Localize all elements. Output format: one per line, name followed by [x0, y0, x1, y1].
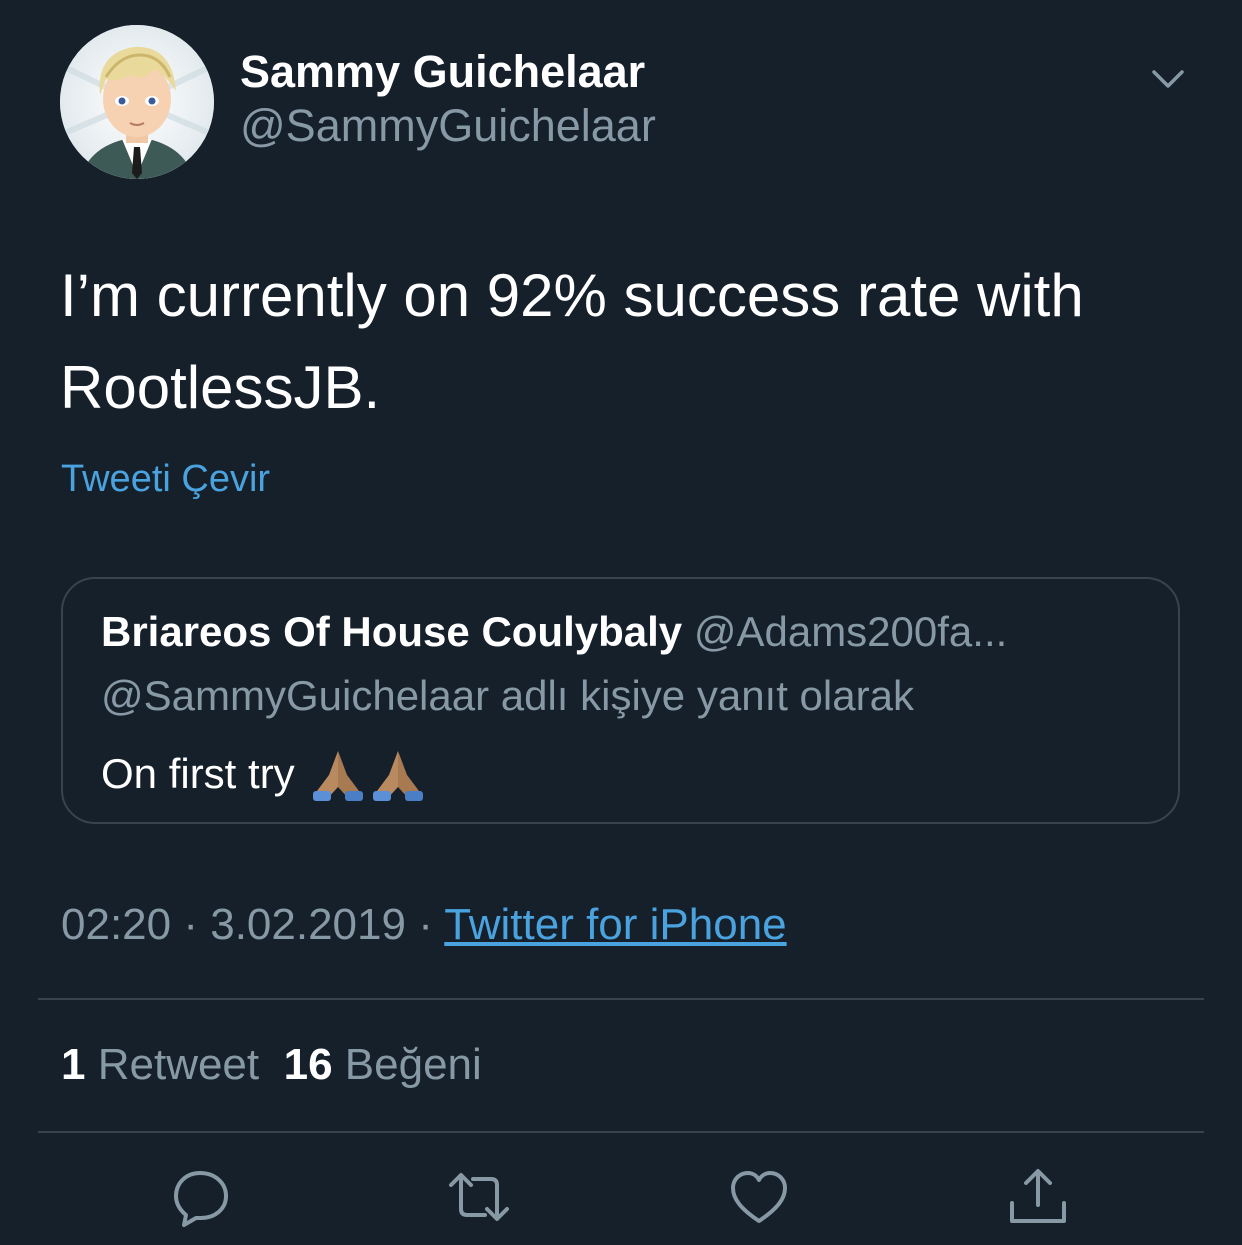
- quoted-tweet-header: Briareos Of House Coulybaly @Adams200fa.…: [101, 608, 1007, 656]
- author-display-name[interactable]: Sammy Guichelaar: [240, 46, 645, 98]
- tweet-date: 3.02.2019: [210, 900, 406, 949]
- retweets-stat[interactable]: 1 Retweet: [61, 1040, 259, 1089]
- meta-separator: ·: [405, 900, 445, 949]
- like-label: Beğeni: [344, 1040, 482, 1089]
- quoted-reply-context: @SammyGuichelaar adlı kişiye yanıt olara…: [101, 672, 914, 719]
- quoted-tweet-text-row: On first try: [101, 745, 427, 803]
- retweet-label: Retweet: [97, 1040, 260, 1089]
- tweet-text: I’m currently on 92% success rate with R…: [60, 262, 1084, 421]
- folded-hands-emoji: [372, 751, 423, 801]
- meta-separator: ·: [171, 900, 211, 949]
- quoted-author-name: Briareos Of House Coulybaly: [101, 608, 683, 655]
- quoted-tweet[interactable]: Briareos Of House Coulybaly @Adams200fa.…: [61, 577, 1180, 824]
- divider: [38, 1131, 1204, 1133]
- author-handle[interactable]: @SammyGuichelaar: [240, 100, 656, 152]
- share-icon[interactable]: [1006, 1165, 1070, 1229]
- like-count: 16: [283, 1040, 333, 1089]
- tweet-meta: 02:20 · 3.02.2019 · Twitter for iPhone: [61, 900, 787, 950]
- divider: [38, 998, 1204, 1000]
- avatar[interactable]: [60, 25, 214, 179]
- quoted-author-handle: @Adams200fa...: [693, 608, 1008, 655]
- chevron-down-icon[interactable]: [1146, 60, 1190, 100]
- tweet-time: 02:20: [61, 900, 172, 949]
- tweet-source-link[interactable]: Twitter for iPhone: [444, 900, 786, 949]
- folded-hands-emoji: [312, 751, 363, 801]
- likes-stat[interactable]: 16 Beğeni: [284, 1040, 482, 1089]
- tweet-stats: 1 Retweet 16 Beğeni: [61, 1040, 482, 1090]
- reply-icon[interactable]: [170, 1165, 234, 1229]
- retweet-count: 1: [61, 1040, 86, 1089]
- quoted-tweet-text: On first try: [101, 750, 295, 797]
- retweet-icon[interactable]: [447, 1165, 511, 1229]
- like-icon[interactable]: [727, 1165, 791, 1229]
- translate-tweet-link[interactable]: Tweeti Çevir: [61, 458, 270, 501]
